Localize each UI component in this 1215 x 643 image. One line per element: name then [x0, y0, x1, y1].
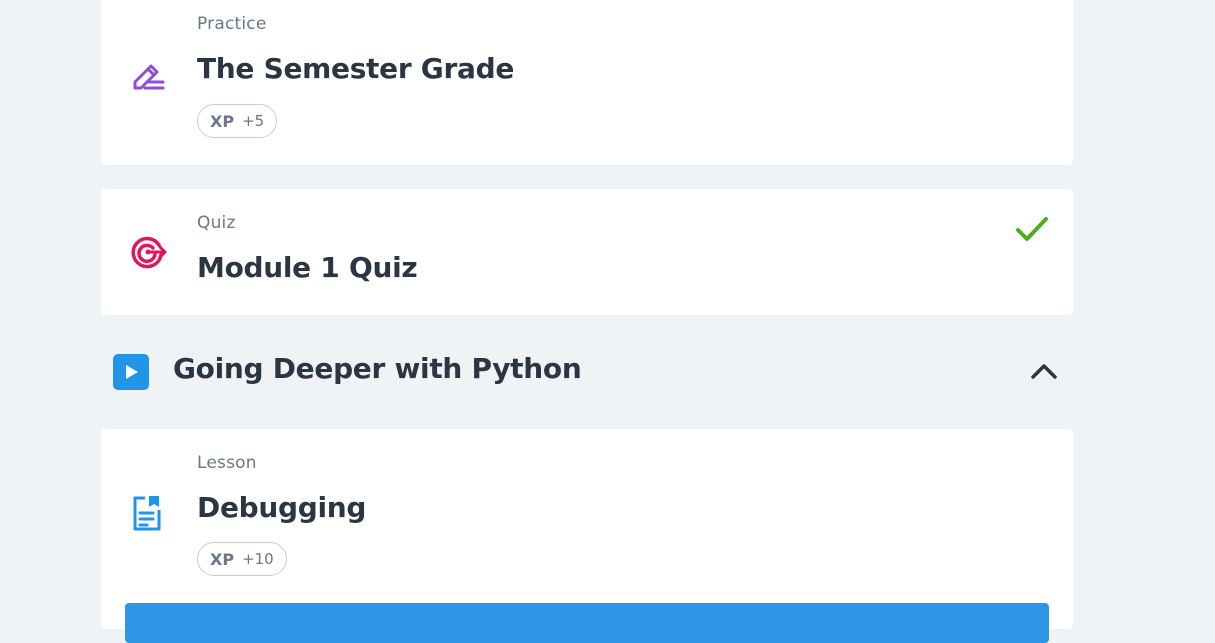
- lesson-card[interactable]: Lesson Debugging XP +10: [101, 429, 1073, 643]
- checkmark-icon: [1015, 215, 1049, 245]
- item-type-label: Practice: [197, 14, 267, 34]
- xp-badge: XP +5: [197, 104, 278, 138]
- item-type-label: Quiz: [197, 213, 236, 233]
- item-title[interactable]: Module 1 Quiz: [197, 251, 418, 284]
- xp-badge: XP +10: [197, 542, 287, 576]
- quiz-card[interactable]: Quiz Module 1 Quiz: [101, 189, 1073, 315]
- chevron-up-icon[interactable]: [1029, 358, 1059, 384]
- item-title[interactable]: Debugging: [197, 491, 366, 524]
- xp-label: XP: [210, 549, 235, 569]
- xp-label: XP: [210, 111, 235, 131]
- practice-card[interactable]: Practice The Semester Grade XP +5: [101, 0, 1073, 165]
- pencil-lines-icon: [129, 56, 167, 94]
- document-bookmark-icon: [129, 493, 167, 531]
- item-title[interactable]: The Semester Grade: [197, 52, 514, 85]
- xp-value: +5: [242, 112, 265, 130]
- target-arrow-icon: [129, 233, 167, 271]
- chapter-title: Going Deeper with Python: [173, 352, 582, 385]
- continue-button[interactable]: [125, 603, 1049, 643]
- play-icon: [113, 354, 149, 390]
- xp-value: +10: [242, 550, 274, 568]
- item-type-label: Lesson: [197, 453, 257, 473]
- chapter-header[interactable]: Going Deeper with Python: [101, 336, 1073, 408]
